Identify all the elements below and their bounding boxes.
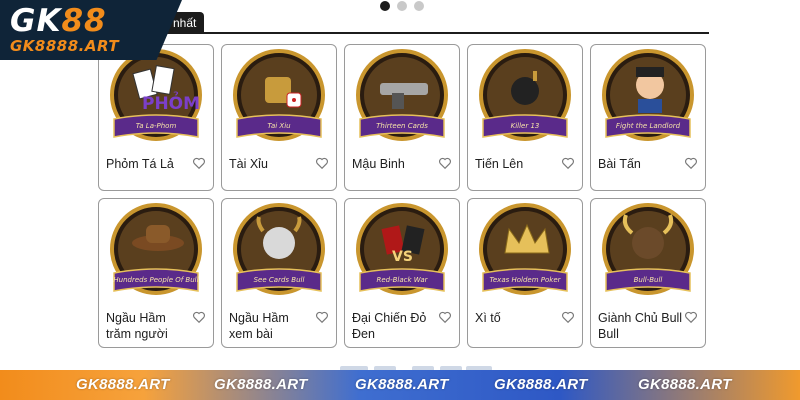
game-card[interactable]: Fight the Landlord Bài Tấn (590, 44, 706, 191)
carousel-pager (380, 1, 424, 11)
logo-wordmark: GK88 (10, 3, 107, 39)
game-card[interactable]: Tai Xiu Tài Xỉu (221, 44, 337, 191)
banner-label: Tai Xiu (267, 122, 291, 130)
game-card[interactable]: Thirteen Cards Mậu Binh (344, 44, 460, 191)
game-thumbnail[interactable]: Bull-Bull (598, 203, 698, 301)
watermark-text: GK8888.ART (638, 376, 732, 393)
heart-icon[interactable] (561, 310, 575, 324)
pager-dot-2[interactable] (397, 1, 407, 11)
game-thumbnail[interactable]: PHỎM Ta La-Phom (106, 49, 206, 147)
watermark-text: GK8888.ART (76, 376, 170, 393)
game-card[interactable]: PHỎM Ta La-Phom Phỏm Tá Lả (98, 44, 214, 191)
banner-label: Ta La-Phom (136, 122, 177, 130)
svg-text:VS: VS (392, 249, 413, 265)
game-card[interactable]: See Cards Bull Ngầu Hầm xem bài (221, 198, 337, 348)
heart-icon[interactable] (315, 156, 329, 170)
heart-icon[interactable] (315, 310, 329, 324)
heart-icon[interactable] (561, 156, 575, 170)
game-lobby: GK88 GK8888.ART nhất PHỎM Ta La-Phom Phỏm … (0, 0, 800, 400)
banner-label: Bull-Bull (634, 276, 663, 284)
pager-dot-3[interactable] (414, 1, 424, 11)
banner-label: See Cards Bull (254, 276, 305, 284)
game-title: Xì tố (475, 311, 501, 325)
game-thumbnail[interactable]: Fight the Landlord (598, 49, 698, 147)
game-grid-row-1: PHỎM Ta La-Phom Phỏm Tá Lả Tai Xiu Tài Xỉu Th… (98, 44, 710, 191)
game-card[interactable]: Killer 13 Tiến Lên (467, 44, 583, 191)
game-title: Mậu Binh (352, 157, 405, 171)
game-title: Ngầu Hầm trăm người (106, 311, 168, 341)
heart-icon[interactable] (192, 310, 206, 324)
game-thumbnail[interactable]: Texas Holdem Poker (475, 203, 575, 301)
game-title: Giành Chủ Bull Bull (598, 311, 683, 341)
game-card[interactable]: Hundreds People Of Bull Ngầu Hầm trăm ngư… (98, 198, 214, 348)
game-thumbnail[interactable]: Thirteen Cards (352, 49, 452, 147)
game-thumbnail[interactable]: See Cards Bull (229, 203, 329, 301)
game-thumbnail[interactable]: VS Red-Black War (352, 203, 452, 301)
pager-dot-1[interactable] (380, 1, 390, 11)
banner-label: Thirteen Cards (376, 122, 428, 130)
game-thumbnail[interactable]: Tai Xiu (229, 49, 329, 147)
heart-icon[interactable] (438, 310, 452, 324)
banner-label: Hundreds People Of Bull (113, 276, 198, 284)
heart-icon[interactable] (192, 156, 206, 170)
watermark-text: GK8888.ART (214, 376, 308, 393)
footer-banner: GK8888.ART GK8888.ART GK8888.ART GK8888.… (0, 370, 800, 400)
game-title: Bài Tấn (598, 157, 641, 171)
game-thumbnail[interactable]: Hundreds People Of Bull (106, 203, 206, 301)
brand-logo[interactable]: GK88 GK8888.ART (0, 0, 182, 60)
game-title: Phỏm Tá Lả (106, 157, 174, 171)
game-title: Tài Xỉu (229, 157, 268, 171)
banner-label: Fight the Landlord (616, 122, 681, 130)
game-grid-row-2: Hundreds People Of Bull Ngầu Hầm trăm ngư… (98, 198, 710, 348)
game-title: Ngầu Hầm xem bài (229, 311, 289, 341)
game-title: Tiến Lên (475, 157, 524, 171)
game-card[interactable]: Texas Holdem Poker Xì tố (467, 198, 583, 348)
banner-label: Red-Black War (376, 276, 428, 284)
game-thumbnail[interactable]: Killer 13 (475, 49, 575, 147)
game-card[interactable]: Bull-Bull Giành Chủ Bull Bull (590, 198, 706, 348)
heart-icon[interactable] (684, 156, 698, 170)
heart-icon[interactable] (438, 156, 452, 170)
banner-label: Texas Holdem Poker (489, 276, 561, 284)
logo-domain: GK8888.ART (10, 37, 120, 55)
watermark-text: GK8888.ART (494, 376, 588, 393)
game-card[interactable]: VS Red-Black War Đại Chiến Đỏ Đen (344, 198, 460, 348)
heart-icon[interactable] (684, 310, 698, 324)
game-title: Đại Chiến Đỏ Đen (352, 311, 427, 341)
banner-label: Killer 13 (511, 122, 540, 130)
watermark-text: GK8888.ART (355, 376, 449, 393)
svg-text:PHỎM: PHỎM (142, 90, 200, 114)
